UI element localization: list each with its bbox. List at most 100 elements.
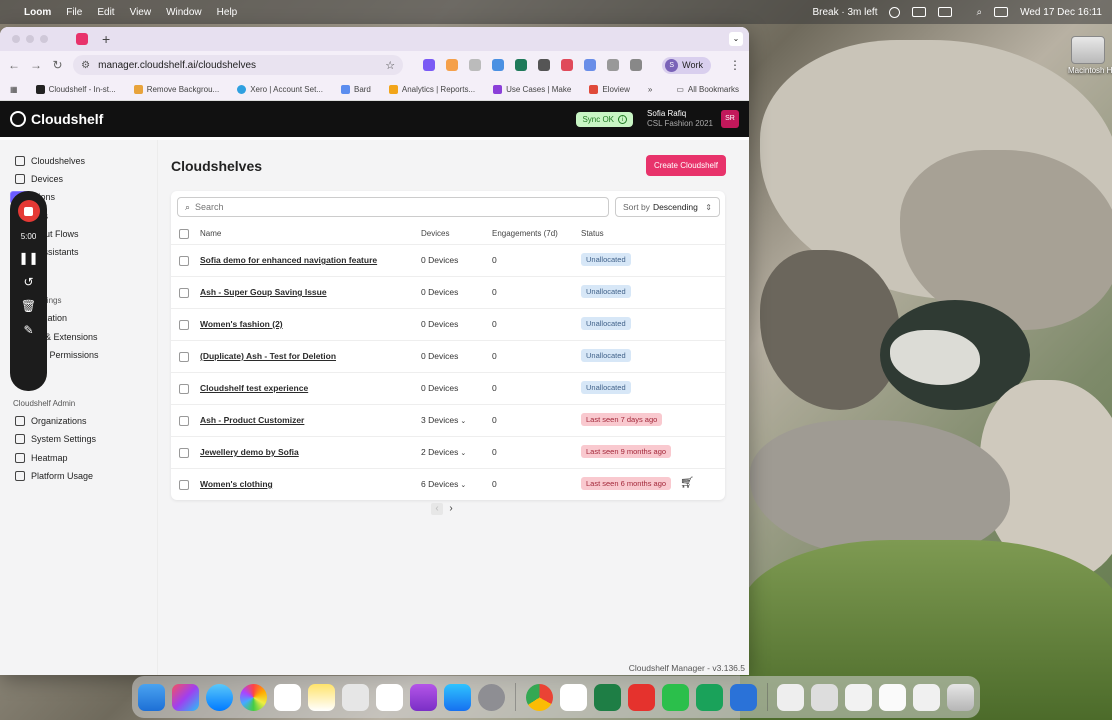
control-center-icon[interactable] <box>994 7 1009 17</box>
sidebar-item-cloudshelves[interactable]: Cloudshelves <box>0 152 157 170</box>
sidebar-item-organizations[interactable]: Organizations <box>0 412 157 430</box>
menu-window[interactable]: Window <box>166 7 202 18</box>
focus-icon[interactable] <box>889 6 901 18</box>
safari-icon[interactable] <box>206 683 233 711</box>
cloudshelf-name-link[interactable]: Jewellery demo by Sofia <box>200 447 299 457</box>
column-devices[interactable]: Devices <box>421 229 449 238</box>
row-checkbox[interactable] <box>179 352 189 362</box>
slack-icon[interactable] <box>559 683 587 711</box>
minimize-window-button[interactable] <box>26 35 34 43</box>
extension-icon[interactable] <box>561 59 574 71</box>
stop-recording-button[interactable] <box>17 200 40 222</box>
drawing-tool-icon[interactable]: ✎ <box>23 323 33 337</box>
extension-icon[interactable] <box>584 59 597 71</box>
profile-button[interactable]: S Work <box>662 56 711 74</box>
table-row[interactable]: Ash - Product Customizer 3 Devices ⌄ 0 La… <box>171 405 725 437</box>
column-status[interactable]: Status <box>581 229 604 238</box>
download-icon[interactable] <box>630 59 643 71</box>
reminders-icon[interactable] <box>274 683 301 711</box>
address-bar[interactable]: ⚙ manager.cloudshelf.ai/cloudshelves ☆ <box>73 55 404 75</box>
screenshot-icon[interactable] <box>342 683 369 711</box>
previous-page-button[interactable]: ‹ <box>431 503 443 515</box>
document-icon[interactable] <box>879 683 906 711</box>
extension-icon[interactable] <box>446 59 459 71</box>
bookmark-item[interactable]: Remove Backgrou... <box>133 85 219 94</box>
app-store-icon[interactable] <box>444 683 471 711</box>
search-box[interactable]: ⌕ <box>177 197 609 217</box>
back-icon[interactable]: ← <box>8 58 20 72</box>
user-menu[interactable]: Sofia Rafiq CSL Fashion 2021 SR <box>647 109 739 129</box>
battery-icon[interactable] <box>938 7 953 17</box>
url-text[interactable]: manager.cloudshelf.ai/cloudshelves <box>98 60 256 71</box>
extension-icon[interactable] <box>538 59 551 71</box>
extension-icon[interactable] <box>492 59 505 71</box>
extension-icon[interactable] <box>515 59 528 71</box>
screen-mirror-icon[interactable] <box>912 7 927 17</box>
document-icon[interactable] <box>777 683 804 711</box>
trash-bin-icon[interactable] <box>947 683 974 711</box>
reload-icon[interactable]: ↻ <box>52 58 63 72</box>
restart-icon[interactable]: ↺ <box>23 275 33 289</box>
sidebar-item-devices[interactable]: Devices <box>0 170 157 188</box>
sidebar-item-system-settings[interactable]: System Settings <box>0 430 157 448</box>
bookmark-item[interactable]: Cloudshelf - In-st... <box>35 85 116 94</box>
table-row[interactable]: Jewellery demo by Sofia 2 Devices ⌄ 0 Las… <box>171 437 725 469</box>
document-icon[interactable] <box>913 683 940 711</box>
sidebar-item-platform-usage[interactable]: Platform Usage <box>0 467 157 485</box>
bookmark-item[interactable]: Analytics | Reports... <box>388 85 475 94</box>
devices-dropdown[interactable]: 2 Devices ⌄ <box>421 447 466 457</box>
row-checkbox[interactable] <box>179 288 189 298</box>
menu-view[interactable]: View <box>130 7 152 18</box>
trash-icon[interactable]: 🗑︎ <box>21 299 36 313</box>
row-checkbox[interactable] <box>179 480 189 490</box>
extension-icon[interactable] <box>469 59 482 71</box>
apps-icon[interactable]: ▦ <box>10 85 18 94</box>
document-icon[interactable] <box>845 683 872 711</box>
photos-icon[interactable] <box>240 683 267 711</box>
break-timer[interactable]: Break · 3m left <box>812 7 877 18</box>
new-tab-button[interactable]: + <box>102 31 110 47</box>
cloudshelf-name-link[interactable]: (Duplicate) Ash - Test for Deletion <box>200 351 336 361</box>
menu-clock[interactable]: Wed 17 Dec 16:11 <box>1020 7 1102 18</box>
bookmark-item[interactable]: Use Cases | Make <box>493 85 571 94</box>
row-checkbox[interactable] <box>179 448 189 458</box>
extension-icon[interactable] <box>423 59 436 71</box>
devices-dropdown[interactable]: 6 Devices ⌄ <box>421 479 466 489</box>
freeform-icon[interactable] <box>376 683 403 711</box>
menu-help[interactable]: Help <box>217 7 238 18</box>
all-bookmarks[interactable]: ▭ All Bookmarks <box>676 85 739 94</box>
table-row[interactable]: Women's clothing 6 Devices ⌄ 0 Last seen … <box>171 469 725 501</box>
devices-dropdown[interactable]: 3 Devices ⌄ <box>421 415 466 425</box>
desktop-disk-icon[interactable]: Macintosh HD <box>1068 36 1112 80</box>
cloudshelf-name-link[interactable]: Ash - Product Customizer <box>200 415 304 425</box>
bookmark-item[interactable]: Eloview <box>589 85 630 94</box>
row-checkbox[interactable] <box>179 384 189 394</box>
cloudshelf-name-link[interactable]: Women's clothing <box>200 479 273 489</box>
numbers-icon[interactable] <box>661 683 689 711</box>
table-row[interactable]: Cloudshelf test experience 0 Devices 0 U… <box>171 373 725 405</box>
tab-cloudshelf[interactable] <box>76 33 88 45</box>
create-cloudshelf-button[interactable]: Create Cloudshelf <box>645 155 726 176</box>
menu-app-name[interactable]: Loom <box>24 7 51 18</box>
podcasts-icon[interactable] <box>410 683 437 711</box>
grammarly-icon[interactable] <box>695 683 723 711</box>
zoom-window-button[interactable] <box>40 35 48 43</box>
bookmark-star-icon[interactable]: ☆ <box>385 59 395 72</box>
sort-select[interactable]: Sort by Descending ⇕ <box>615 197 720 217</box>
more-bookmarks-icon[interactable]: » <box>648 85 652 94</box>
search-input[interactable] <box>195 202 576 212</box>
excel-icon[interactable] <box>593 683 621 711</box>
spotlight-icon[interactable]: ⌕ <box>976 7 982 18</box>
select-all-checkbox[interactable] <box>179 229 189 239</box>
browser-menu-icon[interactable]: ⋮ <box>729 58 741 72</box>
bookmark-item[interactable]: Xero | Account Set... <box>237 85 323 94</box>
puzzle-icon[interactable] <box>607 59 620 71</box>
tab-search-button[interactable]: ⌄ <box>729 32 743 46</box>
table-row[interactable]: Sofia demo for enhanced navigation featu… <box>171 245 725 277</box>
cloudshelf-name-link[interactable]: Women's fashion (2) <box>200 319 283 329</box>
menu-edit[interactable]: Edit <box>97 7 114 18</box>
finder-icon[interactable] <box>138 683 165 711</box>
chrome-icon[interactable] <box>525 683 553 711</box>
close-window-button[interactable] <box>12 35 20 43</box>
pause-button[interactable]: ❚❚ <box>18 251 38 265</box>
